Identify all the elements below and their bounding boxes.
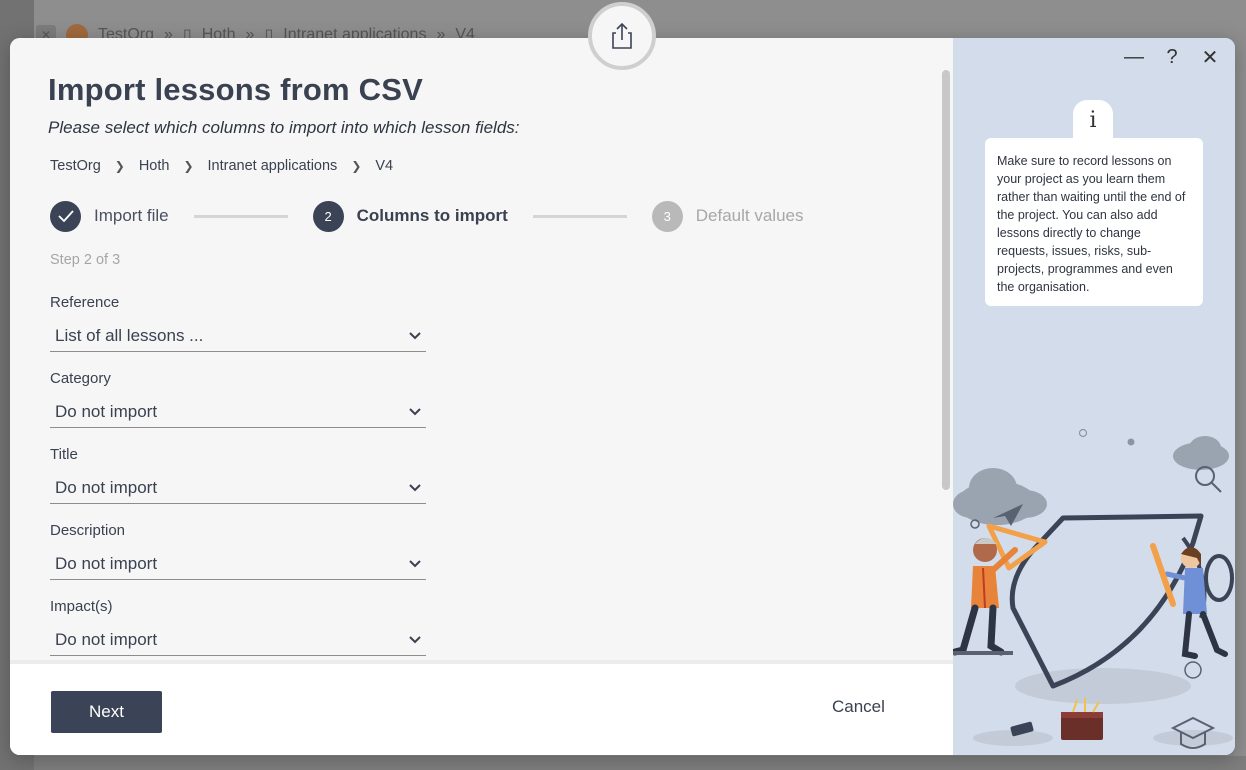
check-icon — [57, 210, 74, 222]
help-icon[interactable]: ? — [1159, 44, 1185, 70]
triangle-ruler — [986, 523, 1048, 571]
select-value: Do not import — [55, 401, 158, 421]
field-label: Reference — [50, 294, 120, 311]
field-label: Description — [50, 522, 126, 539]
cloud-right — [1173, 436, 1229, 470]
breadcrumb: TestOrg ❯ Hoth ❯ Intranet applications ❯… — [50, 158, 393, 174]
chevron-right-icon: ❯ — [114, 159, 125, 173]
field-reference: Reference List of all lessons ... — [50, 294, 426, 370]
dialog-subtitle: Please select which columns to import in… — [48, 118, 520, 137]
background-right-edge — [1234, 70, 1246, 770]
chevron-right-icon: ❯ — [183, 159, 194, 173]
breadcrumb-item[interactable]: Hoth — [139, 158, 170, 174]
upload-badge — [588, 2, 656, 70]
step-3-label: Default values — [695, 206, 804, 225]
scrollbar-thumb[interactable] — [942, 70, 950, 490]
window-controls: — ? ✕ — [1121, 44, 1223, 70]
step-1-label: Import file — [94, 206, 169, 225]
dialog-title: Import lessons from CSV — [48, 72, 423, 107]
help-pane: — ? ✕ i Make sure to record lessons on y… — [953, 38, 1235, 755]
chevron-down-icon — [408, 633, 422, 647]
step-3-indicator: 3 — [651, 200, 683, 232]
close-icon[interactable]: ✕ — [1197, 44, 1223, 70]
ground-shadow — [1015, 668, 1191, 704]
step-1-indicator — [50, 200, 81, 232]
tip-card: Make sure to record lessons on your proj… — [985, 138, 1203, 306]
title-select[interactable]: Do not import — [50, 472, 426, 504]
dialog-main-pane: Import lessons from CSV Please select wh… — [10, 38, 953, 755]
field-description: Description Do not import — [50, 522, 426, 598]
chevron-down-icon — [408, 481, 422, 495]
background-bottom — [34, 756, 1246, 770]
select-value: List of all lessons ... — [55, 325, 204, 345]
breadcrumb-item[interactable]: TestOrg — [50, 158, 101, 174]
toolbox — [1061, 698, 1103, 740]
minimize-icon[interactable]: — — [1121, 44, 1147, 70]
chevron-down-icon — [408, 329, 422, 343]
description-select[interactable]: Do not import — [50, 548, 426, 580]
left-person — [953, 538, 1018, 656]
dot — [1127, 438, 1135, 446]
stool — [953, 651, 1013, 655]
bubble — [1078, 428, 1088, 438]
field-title: Title Do not import — [50, 446, 426, 522]
breadcrumb-item[interactable]: Intranet applications — [208, 158, 338, 174]
field-label: Title — [50, 446, 78, 463]
step-connector — [193, 214, 288, 218]
chevron-down-icon — [408, 557, 422, 571]
stepper: Import file 2 Columns to import 3 Defaul… — [50, 200, 803, 232]
select-value: Do not import — [55, 553, 158, 573]
field-category: Category Do not import — [50, 370, 426, 446]
chevron-right-icon: ❯ — [351, 159, 362, 173]
upload-icon — [612, 22, 632, 49]
cancel-button[interactable]: Cancel — [832, 697, 885, 717]
lessons-illustration — [953, 428, 1234, 749]
column-mapping-fields: Reference List of all lessons ... Catego… — [50, 294, 426, 674]
dialog-footer: Next Cancel — [10, 660, 953, 755]
breadcrumb-item[interactable]: V4 — [375, 158, 393, 174]
next-button[interactable]: Next — [51, 691, 162, 733]
step-counter: Step 2 of 3 — [50, 252, 121, 268]
info-icon: i — [1073, 100, 1113, 140]
category-select[interactable]: Do not import — [50, 396, 426, 428]
impacts-select[interactable]: Do not import — [50, 624, 426, 656]
select-value: Do not import — [55, 477, 158, 497]
reference-select[interactable]: List of all lessons ... — [50, 320, 426, 352]
ring — [1184, 661, 1202, 679]
import-dialog: Import lessons from CSV Please select wh… — [10, 38, 1235, 755]
step-connector — [532, 214, 627, 218]
step-2-indicator: 2 — [312, 200, 344, 232]
field-label: Category — [50, 370, 111, 387]
magnifier — [1195, 466, 1222, 493]
select-value: Do not import — [55, 629, 158, 649]
field-label: Impact(s) — [50, 598, 113, 615]
chevron-down-icon — [408, 405, 422, 419]
step-2-label: Columns to import — [356, 206, 508, 225]
